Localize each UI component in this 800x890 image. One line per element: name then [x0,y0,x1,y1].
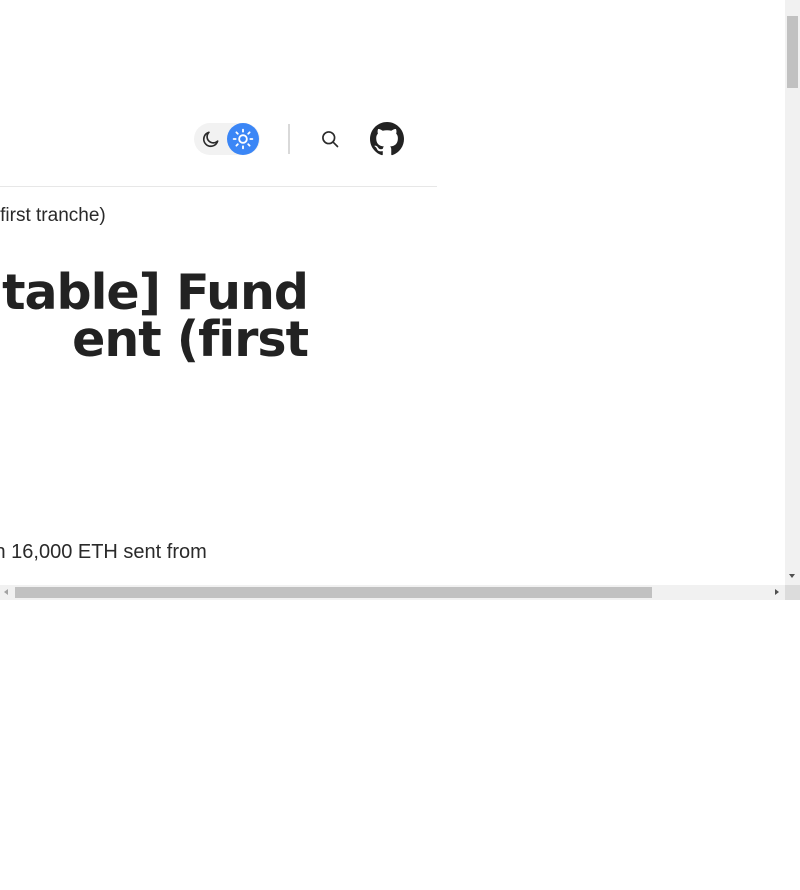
scroll-left-arrow-icon[interactable] [4,589,8,595]
header-divider-line [0,186,437,187]
scrollbar-corner [785,585,800,600]
search-icon[interactable] [318,127,342,151]
breadcrumb[interactable]: owment (first tranche) [0,205,106,227]
page-title-line-1: cutable] Fund [0,264,309,321]
header-divider [288,124,290,154]
sun-icon[interactable] [227,123,259,155]
page-viewport: owment (first tranche) cutable] Fund ent… [0,0,785,585]
horizontal-scrollbar-thumb[interactable] [15,587,652,598]
moon-icon[interactable] [195,123,227,155]
github-icon[interactable] [370,122,404,156]
horizontal-scrollbar[interactable] [0,585,785,600]
scroll-right-arrow-icon[interactable] [775,589,779,595]
vertical-scrollbar[interactable] [785,0,800,585]
theme-toggle[interactable] [194,123,260,155]
page-title-line-2: ent (first [72,311,309,368]
vertical-scrollbar-thumb[interactable] [787,16,798,88]
body-paragraph: ment with 16,000 ETH sent from [0,541,207,563]
scroll-down-arrow-icon[interactable] [789,574,795,578]
page-title: cutable] Fund ent (first [0,264,309,368]
